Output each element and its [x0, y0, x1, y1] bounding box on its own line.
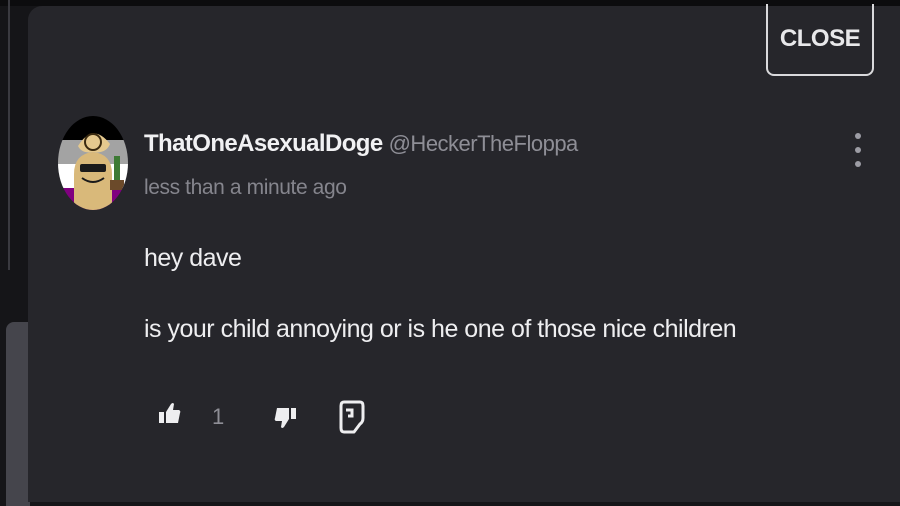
author-handle[interactable]: @HeckerTheFloppa	[389, 131, 579, 157]
backdrop-panel	[6, 322, 30, 506]
thumbs-down-icon[interactable]	[270, 396, 302, 436]
more-vertical-icon[interactable]	[850, 130, 866, 172]
comment-modal: CLOSE ThatOneAsexualDoge @HeckerTheFlopp…	[28, 4, 900, 502]
avatar[interactable]	[58, 116, 128, 210]
like-count: 1	[212, 404, 225, 429]
thumbs-up-icon[interactable]	[154, 396, 186, 436]
backdrop-divider	[8, 0, 10, 270]
comment-timestamp: less than a minute ago	[144, 176, 347, 199]
avatar-image	[58, 116, 128, 210]
author-name[interactable]: ThatOneAsexualDoge	[144, 130, 383, 158]
report-flag-icon[interactable]	[336, 396, 368, 436]
comment-body-line-1: hey dave	[144, 244, 242, 272]
author-row: ThatOneAsexualDoge @HeckerTheFloppa	[144, 130, 578, 158]
close-button[interactable]: CLOSE	[766, 4, 874, 76]
comment-body-line-2: is your child annoying or is he one of t…	[144, 315, 737, 343]
